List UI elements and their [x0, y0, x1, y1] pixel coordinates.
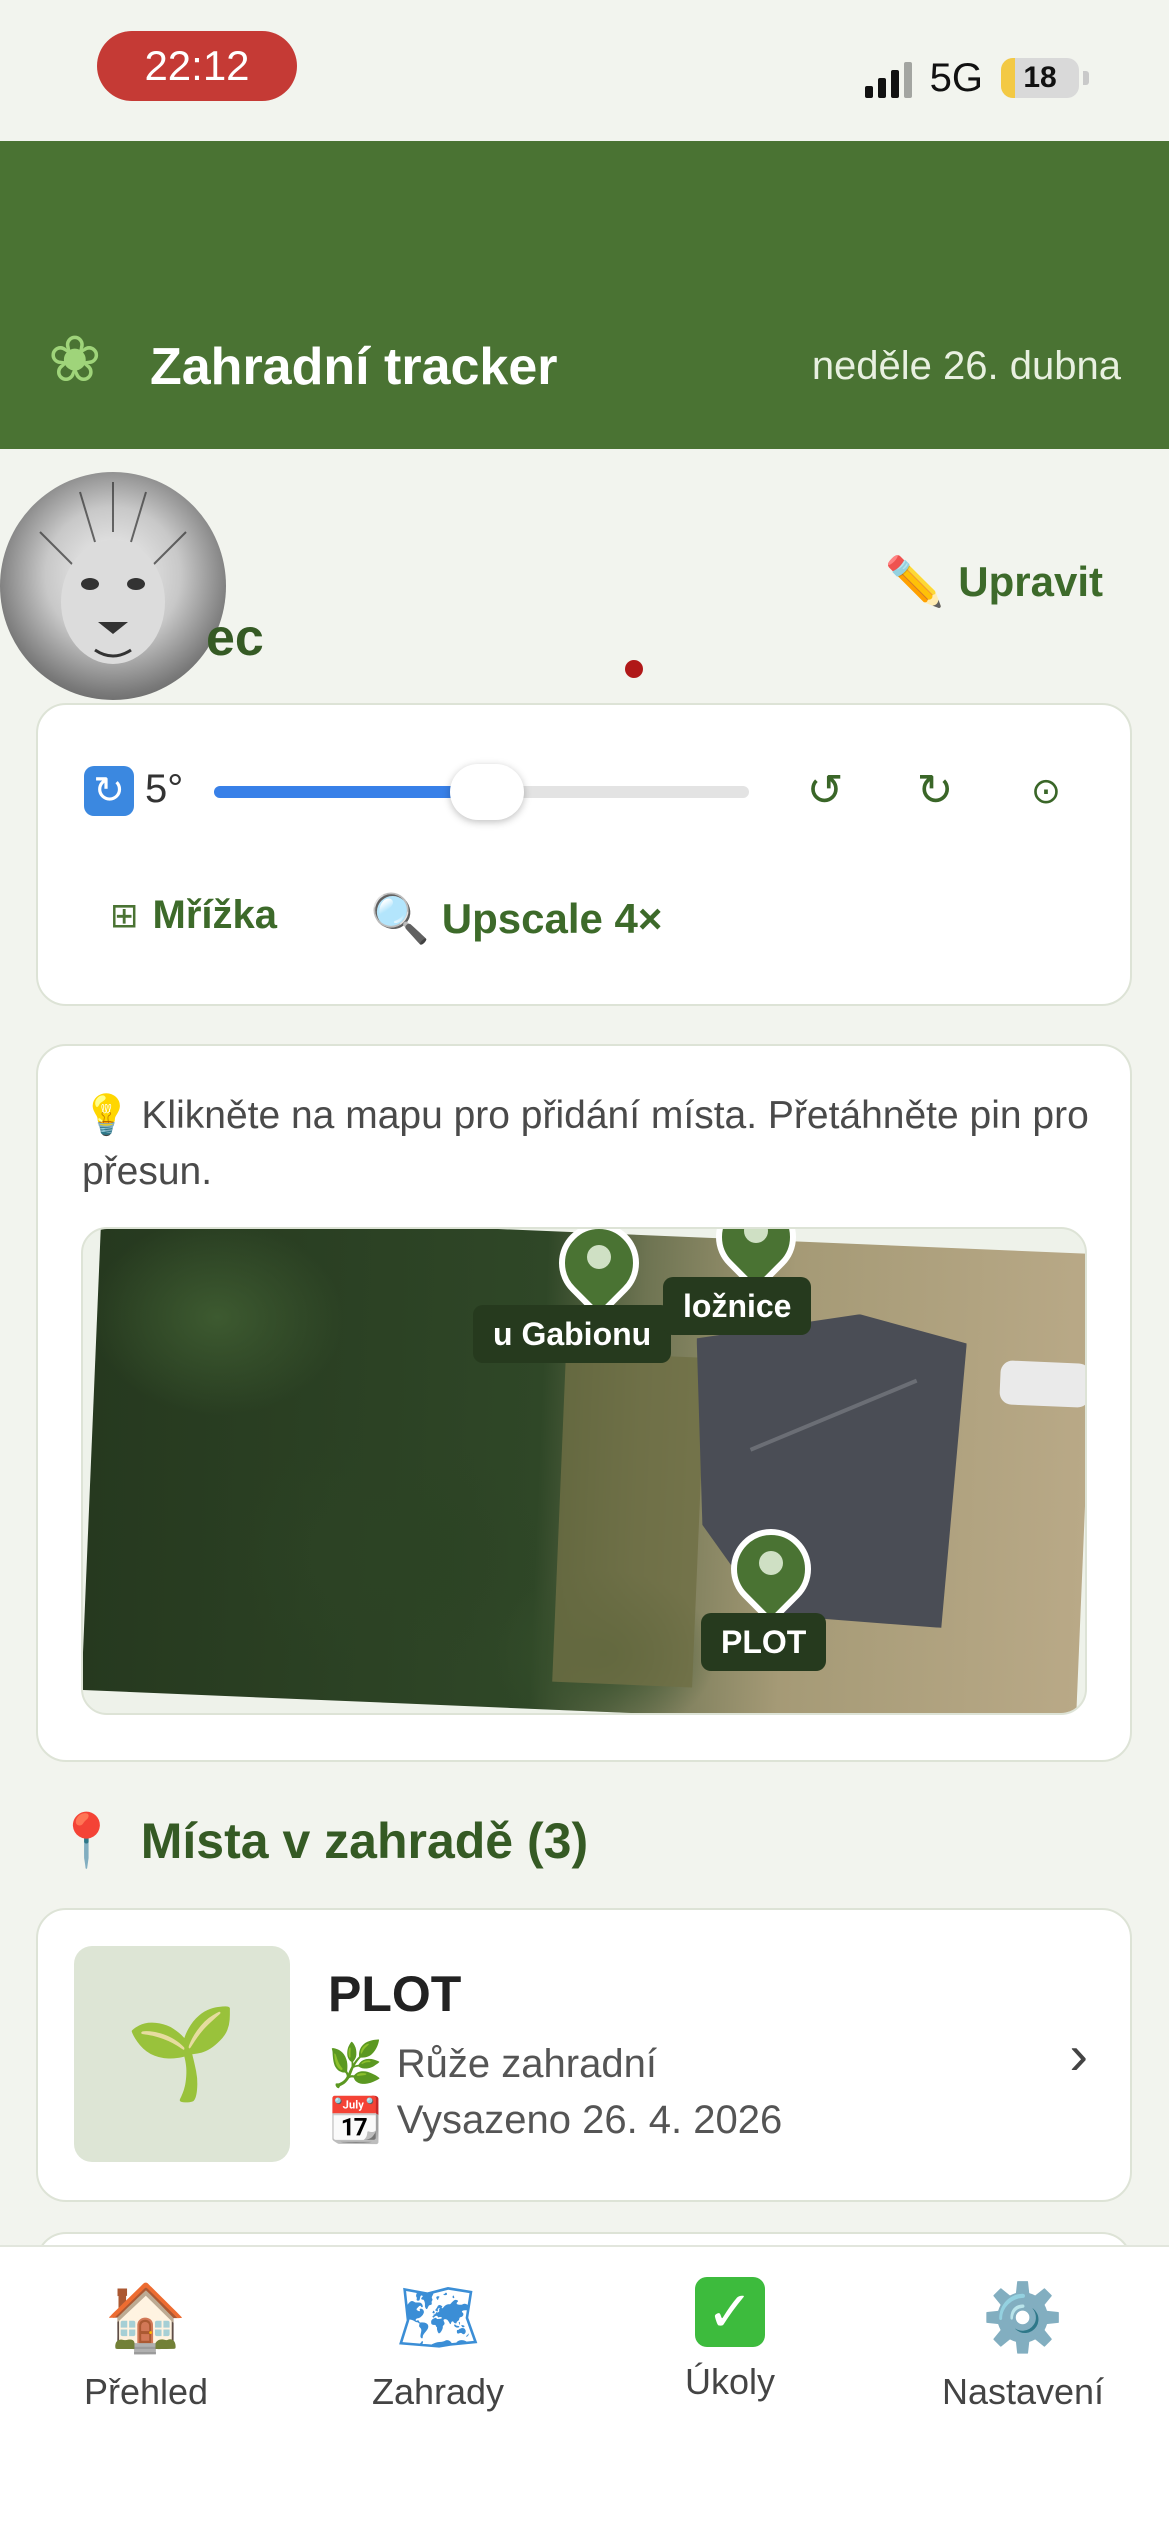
notification-dot — [625, 660, 643, 678]
gear-icon: ⚙️ — [981, 2280, 1065, 2354]
tab-label: Úkoly — [684, 2361, 776, 2402]
battery-icon: 18 — [1001, 58, 1079, 98]
signal-icon — [864, 58, 912, 98]
tab-label: Přehled — [83, 2371, 209, 2412]
rotate-left-icon[interactable]: ↺ — [795, 761, 855, 821]
house-icon: 🏠 — [104, 2280, 188, 2354]
lightbulb-icon: 💡 — [82, 1094, 131, 1137]
map-card: 💡 Klikněte na mapu pro přidání místa. Př… — [36, 1044, 1132, 1762]
rotation-slider[interactable] — [214, 764, 749, 820]
battery-fill — [1001, 58, 1016, 98]
places-heading-text: Místa v zahradě (3) — [140, 1812, 589, 1869]
edit-button-label: Upravit — [958, 557, 1103, 605]
rotation-value: 5° — [145, 767, 184, 811]
chevron-right-icon: › — [1069, 2023, 1088, 2086]
seedling-icon: 🌱 — [74, 1946, 290, 2162]
upscale-button-label: Upscale 4× — [441, 894, 663, 942]
place-plant: 🌿 Růže zahradní — [328, 2038, 657, 2090]
map-controls-card: ↻ 5° ↺ ↻ ⊙ ⊞ Mřížka 🔍 Upscale 4× — [36, 703, 1132, 1006]
house-roof — [685, 1307, 968, 1628]
app-header: ❀ Zahradní tracker neděle 26. dubna — [0, 141, 1169, 449]
tab-settings[interactable]: ⚙️ Nastavení — [877, 2277, 1169, 2413]
lawn-area — [552, 1351, 706, 1688]
rotation-slider-fill — [214, 786, 487, 798]
grid-toggle-button[interactable]: ⊞ Mřížka — [110, 893, 277, 938]
map-hint-text: Klikněte na mapu pro přidání místa. Přet… — [82, 1094, 1089, 1193]
place-card[interactable]: 🌱 PLOT 🌿 Růže zahradní 📆 Vysazeno 26. 4.… — [36, 1908, 1132, 2202]
app-title: Zahradní tracker — [150, 338, 558, 396]
rotate-arrows-icon: ↻ — [84, 766, 134, 816]
avatar[interactable] — [0, 472, 226, 700]
grid-icon: ⊞ — [110, 896, 139, 935]
status-bar: 22:12 5G 18 — [0, 0, 1169, 141]
network-label: 5G — [929, 55, 983, 100]
grid-toggle-label: Mřížka — [152, 893, 278, 937]
place-planted: 📆 Vysazeno 26. 4. 2026 — [328, 2094, 782, 2146]
rotate-right-icon[interactable]: ↻ — [905, 761, 965, 821]
battery-level: 18 — [1023, 61, 1057, 94]
pin-label[interactable]: PLOT — [701, 1613, 827, 1671]
place-plant-text: Růže zahradní — [396, 2041, 657, 2086]
rotation-slider-thumb[interactable] — [449, 764, 524, 820]
herb-icon: 🌿 — [328, 2040, 383, 2089]
upscale-button[interactable]: 🔍 Upscale 4× — [370, 890, 662, 947]
pin-dot — [587, 1245, 611, 1269]
calendar-icon: 📆 — [328, 2096, 383, 2145]
map-hint: 💡 Klikněte na mapu pro přidání místa. Př… — [82, 1088, 1092, 1200]
place-name: PLOT — [328, 1966, 462, 2022]
header-date: neděle 26. dubna — [811, 344, 1121, 388]
checkbox-icon: ✓ — [695, 2277, 765, 2347]
places-heading: 📍 Místa v zahradě (3) — [54, 1810, 588, 1871]
magnifier-icon: 🔍 — [370, 893, 430, 946]
map-pin-icon: 📍 — [54, 1812, 119, 1870]
battery-tip — [1083, 71, 1089, 85]
edit-button[interactable]: ✏️ Upravit — [885, 553, 1103, 610]
pin-dot — [759, 1551, 783, 1575]
status-indicators: 5G 18 — [864, 48, 1089, 108]
pencil-icon: ✏️ — [884, 556, 945, 609]
map-pin[interactable] — [542, 1229, 656, 1320]
place-planted-text: Vysazeno 26. 4. 2026 — [396, 2097, 783, 2142]
map-icon: 🗺 — [396, 2280, 480, 2354]
pin-label[interactable]: u Gabionu — [473, 1305, 672, 1363]
tab-gardens[interactable]: 🗺 Zahrady — [292, 2277, 584, 2413]
parked-car — [999, 1360, 1085, 1408]
tab-label: Nastavení — [941, 2371, 1105, 2412]
status-time: 22:12 — [97, 31, 297, 101]
garden-name: ec — [206, 609, 264, 667]
reset-center-icon[interactable]: ⊙ — [1016, 761, 1076, 821]
garden-map[interactable]: u Gabionu ložnice PLOT — [81, 1227, 1087, 1715]
lion-avatar-image — [39, 482, 187, 664]
tab-bar: 🏠 Přehled 🗺 Zahrady ✓ Úkoly ⚙️ Nastavení — [0, 2245, 1169, 2532]
tab-tasks[interactable]: ✓ Úkoly — [584, 2277, 876, 2403]
map-pin[interactable] — [714, 1512, 828, 1626]
tab-label: Zahrady — [371, 2371, 505, 2412]
pin-label[interactable]: ložnice — [663, 1277, 812, 1335]
tab-overview[interactable]: 🏠 Přehled — [0, 2277, 292, 2413]
herb-icon: ❀ — [48, 323, 102, 395]
